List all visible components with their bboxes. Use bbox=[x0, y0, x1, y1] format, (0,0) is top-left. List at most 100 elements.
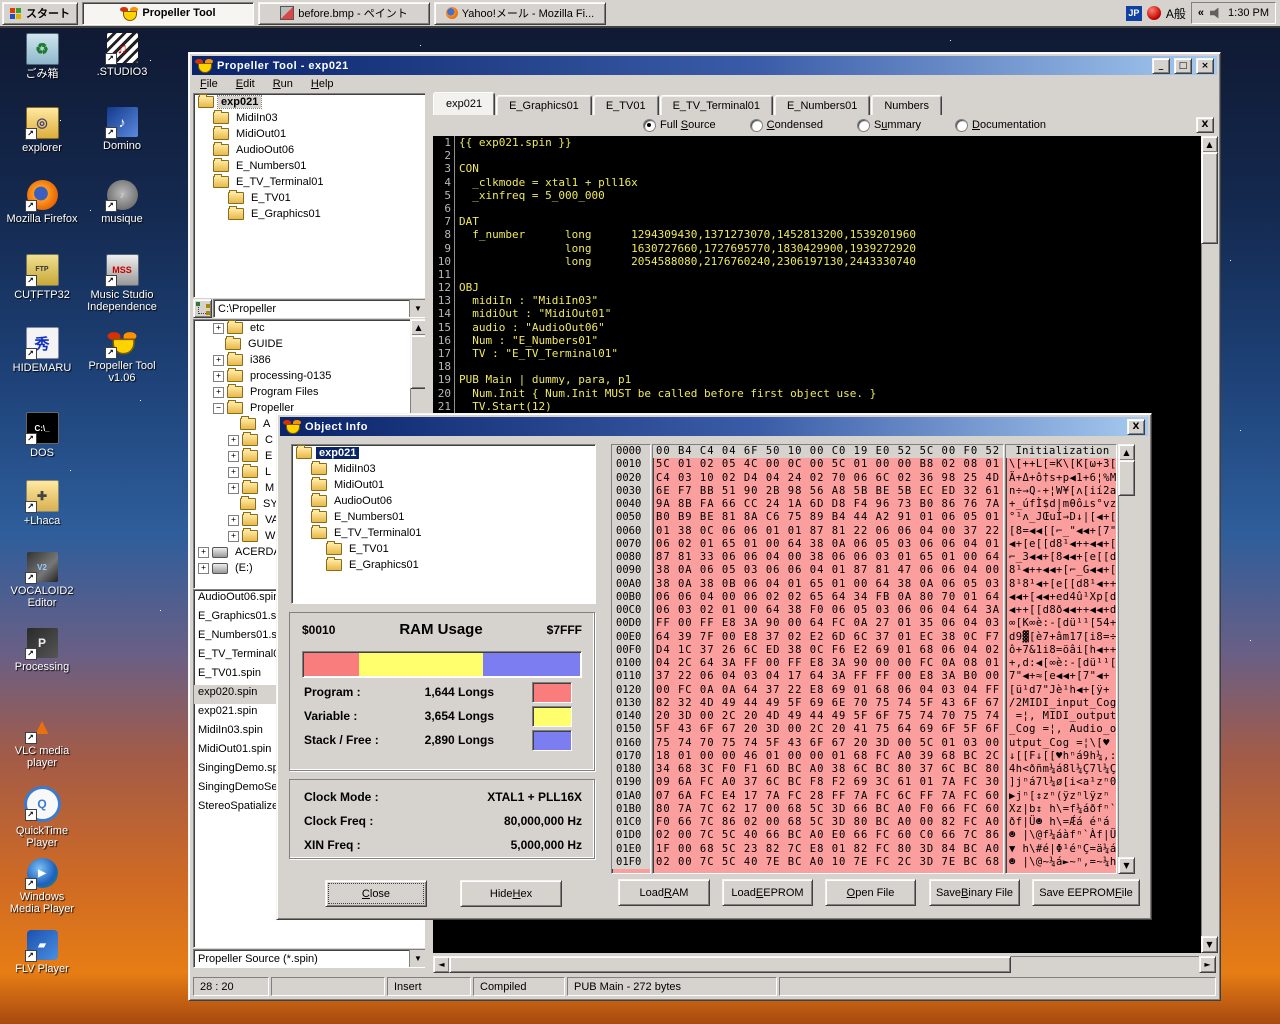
hex-row-bytes[interactable]: 82 32 4D 49 44 49 5F 69 6E 70 75 74 5F 4… bbox=[653, 697, 1003, 710]
tray-chevron[interactable]: « bbox=[1198, 7, 1204, 19]
hex-row-ascii[interactable]: ↓[[F↓[[♥hⁿá9h¼,: bbox=[1006, 750, 1116, 763]
menu-run[interactable]: Run bbox=[265, 76, 301, 92]
hex-row-ascii[interactable]: ▶jⁿ[↕zⁿ(ÿzⁿlÿzⁿ bbox=[1006, 790, 1116, 803]
hex-row-ascii[interactable]: 8¹8¹◀+[e[[d8¹◀++ bbox=[1006, 578, 1116, 591]
expand-toggle-icon[interactable]: + bbox=[228, 531, 239, 542]
view-mode-full-source[interactable]: Full Source bbox=[643, 119, 716, 132]
hex-row-ascii[interactable]: ☻ |\@~¼á►~ⁿ,=~¼h bbox=[1006, 856, 1116, 869]
hex-row-ascii[interactable]: \[++L[=K\[K[ω+3[ bbox=[1006, 458, 1116, 471]
hex-row-bytes[interactable]: 02 00 7C 5C 40 7E BC A0 10 7E FC 2C 3D 7… bbox=[653, 856, 1003, 869]
hex-row-ascii[interactable]: ◀+[e[[d8¹◀++◀◀+[ bbox=[1006, 538, 1116, 551]
tree-item[interactable]: GUIDE bbox=[194, 336, 411, 352]
hex-row-bytes[interactable]: 5F 43 6F 67 20 3D 00 2C 20 41 75 64 69 6… bbox=[653, 723, 1003, 736]
hex-row-ascii[interactable]: 8¹◀++◀◀+[⌐_G◀◀+[ bbox=[1006, 564, 1116, 577]
close-button[interactable]: Close bbox=[325, 880, 427, 907]
expand-toggle-icon[interactable]: − bbox=[213, 403, 224, 414]
hex-row-bytes[interactable]: 07 6A FC E4 17 7A FC 28 FF 7A FC 6C FF 7… bbox=[653, 790, 1003, 803]
desktop-icon-lhaca[interactable]: ✚↗+Lhaca bbox=[4, 480, 80, 527]
desktop-icon-flv-player[interactable]: ▰↗FLV Player bbox=[4, 930, 80, 975]
scroll-down-icon[interactable]: ▼ bbox=[1201, 936, 1218, 953]
hex-bytes-column[interactable]: 00 B4 C4 04 6F 50 10 00 C0 19 E0 52 5C 0… bbox=[652, 444, 1004, 874]
load-ram-button[interactable]: Load RAM bbox=[618, 879, 710, 906]
hex-row-bytes[interactable]: C4 03 10 02 D4 04 24 02 70 06 6C 02 36 9… bbox=[653, 472, 1003, 485]
expand-toggle-icon[interactable]: + bbox=[228, 435, 239, 446]
view-mode-summary[interactable]: Summary bbox=[857, 119, 921, 132]
minimize-button[interactable]: _ bbox=[1152, 58, 1170, 74]
desktop-icon-vlc-media-player[interactable]: ▲↗VLC media player bbox=[4, 712, 80, 769]
hex-row-ascii[interactable]: ▼ h\#é|Φ¹éⁿÇ=ä¼á bbox=[1006, 843, 1116, 856]
tree-item[interactable]: +i386 bbox=[194, 352, 411, 368]
hex-row-bytes[interactable]: 06 06 04 00 06 02 02 65 64 34 FB 0A 80 7… bbox=[653, 591, 1003, 604]
ime-mode-indicator[interactable]: A般 bbox=[1166, 5, 1186, 22]
hex-row-ascii[interactable]: 7"◀+≈[e◀◀+[7"◀+ bbox=[1006, 670, 1116, 683]
view-mode-documentation[interactable]: Documentation bbox=[955, 119, 1046, 132]
hex-row-bytes[interactable]: 00 FC 0A 0A 64 37 22 E8 69 01 68 06 04 0… bbox=[653, 684, 1003, 697]
tree-item[interactable]: E_TV_Terminal01 bbox=[194, 174, 426, 190]
scroll-thumb[interactable] bbox=[449, 956, 1011, 973]
menu-edit[interactable]: Edit bbox=[228, 76, 263, 92]
hex-row-bytes[interactable]: FF 00 FF E8 3A 90 00 64 FC 0A 27 01 35 0… bbox=[653, 617, 1003, 630]
hex-row-bytes[interactable]: 1F 00 68 5C 23 82 7C E8 01 82 FC 80 3D 8… bbox=[653, 843, 1003, 856]
hex-ascii-column[interactable]: Initialization\[++L[=K\[K[ω+3[Ä+Δ+ô†s+p◀… bbox=[1005, 444, 1117, 874]
scroll-thumb[interactable] bbox=[1201, 152, 1218, 244]
expand-toggle-icon[interactable]: + bbox=[228, 515, 239, 526]
tree-item[interactable]: +processing-0135 bbox=[194, 368, 411, 384]
ime-pen-icon[interactable] bbox=[1147, 6, 1161, 20]
tree-item[interactable]: E_Numbers01 bbox=[292, 509, 595, 525]
hex-row-ascii[interactable]: +_úfÌ$d|mθô⊥s°vz bbox=[1006, 498, 1116, 511]
hex-row-bytes[interactable]: 9A 8B FA 66 CC 24 1A 6D D8 F4 96 73 B0 8… bbox=[653, 498, 1003, 511]
desktop-icon-quicktime-player[interactable]: Q↗QuickTime Player bbox=[4, 786, 80, 849]
hex-row-bytes[interactable]: 09 6A FC A0 37 6C BC F8 F2 69 3C 61 01 7… bbox=[653, 776, 1003, 789]
tree-item[interactable]: exp021 bbox=[292, 445, 595, 461]
scroll-up-icon[interactable]: ▲ bbox=[1118, 444, 1135, 461]
hex-row-ascii[interactable]: ∞[K∞è:-[dü¹¹[54+ bbox=[1006, 617, 1116, 630]
desktop-icon-mozilla-firefox[interactable]: ↗Mozilla Firefox bbox=[4, 180, 80, 225]
hex-row-ascii[interactable]: +,d:◀[∞è:-[dü¹¹[ bbox=[1006, 657, 1116, 670]
close-button[interactable]: × bbox=[1196, 58, 1214, 74]
menu-file[interactable]: File bbox=[192, 76, 226, 92]
tree-item[interactable]: AudioOut06 bbox=[194, 142, 426, 158]
hex-row-bytes[interactable]: 06 02 01 65 01 00 64 38 0A 06 05 03 06 0… bbox=[653, 538, 1003, 551]
menu-help[interactable]: Help bbox=[303, 76, 342, 92]
desktop-icon-musique[interactable]: ♪↗musique bbox=[84, 180, 160, 225]
expand-toggle-icon[interactable]: + bbox=[198, 547, 209, 558]
save-binary-file-button[interactable]: Save Binary File bbox=[929, 879, 1020, 906]
hex-row-bytes[interactable]: 75 74 70 75 74 5F 43 6F 67 20 3D 00 5C 0… bbox=[653, 737, 1003, 750]
tree-item[interactable]: exp021 bbox=[194, 94, 426, 110]
hex-row-bytes[interactable]: F0 66 7C 86 02 00 68 5C 3D 80 BC A0 00 8… bbox=[653, 816, 1003, 829]
tree-view-toggle-button[interactable] bbox=[193, 299, 212, 318]
code-horizontal-scrollbar[interactable]: ◄ ► bbox=[433, 956, 1216, 972]
desktop-icon-domino[interactable]: ♪↗Domino bbox=[84, 107, 160, 152]
taskbar-task-1[interactable]: before.bmp - ペイント bbox=[258, 2, 430, 25]
desktop-icon-cutftp32[interactable]: FTP↗CUTFTP32 bbox=[4, 254, 80, 301]
hex-row-ascii[interactable]: d9▓[è7+âm17[i8=÷ bbox=[1006, 631, 1116, 644]
hex-row-ascii[interactable]: ☻ |\@f¼áàfⁿ`Àf|Ü bbox=[1006, 829, 1116, 842]
expand-toggle-icon[interactable]: + bbox=[213, 323, 224, 334]
hex-row-bytes[interactable]: D4 1C 37 26 6C ED 38 0C F6 E2 69 01 68 0… bbox=[653, 644, 1003, 657]
tree-item[interactable]: E_TV01 bbox=[194, 190, 426, 206]
hex-row-ascii[interactable]: ô+7&1i8=öâi[h◀++ bbox=[1006, 644, 1116, 657]
tree-item[interactable]: E_Graphics01 bbox=[292, 557, 595, 573]
hex-row-ascii[interactable]: Xz|b↕ h\=f¼áðfⁿ` bbox=[1006, 803, 1116, 816]
view-mode-condensed[interactable]: Condensed bbox=[750, 119, 823, 132]
hex-row-bytes[interactable]: 64 39 7F 00 E8 37 02 E2 6D 6C 37 01 EC 3… bbox=[653, 631, 1003, 644]
expand-toggle-icon[interactable]: + bbox=[213, 371, 224, 382]
tree-item[interactable]: MidiOut01 bbox=[194, 126, 426, 142]
expand-toggle-icon[interactable]: + bbox=[213, 355, 224, 366]
desktop-icon-dos[interactable]: C:\_↗DOS bbox=[4, 412, 80, 459]
hex-row-ascii[interactable]: Ä+Δ+ô†s+p◀1+6¦%M bbox=[1006, 472, 1116, 485]
tab-Numbers[interactable]: Numbers bbox=[871, 95, 942, 115]
hex-row-ascii[interactable]: ðf|Ü☻ h\=Ǽá éⁿá bbox=[1006, 816, 1116, 829]
hex-row-bytes[interactable]: 37 22 06 04 03 04 17 64 3A FF FF 00 E8 3… bbox=[653, 670, 1003, 683]
hex-row-bytes[interactable]: 01 38 0C 06 06 01 01 87 81 22 06 06 04 0… bbox=[653, 525, 1003, 538]
hex-row-ascii[interactable]: ]jⁿá7l¼ø[i<a¹zⁿ0 bbox=[1006, 776, 1116, 789]
hex-row-bytes[interactable]: 87 81 33 06 06 04 00 38 06 06 03 01 65 0… bbox=[653, 551, 1003, 564]
hex-row-ascii[interactable]: ◀++[[d8ð◀◀++◀◀+d bbox=[1006, 604, 1116, 617]
hex-scrollbar[interactable]: ▲ ▼ bbox=[1118, 444, 1133, 874]
hex-row-bytes[interactable]: 04 2C 64 3A FF 00 FF E8 3A 90 00 00 FC 0… bbox=[653, 657, 1003, 670]
tab-E_TV_Terminal01[interactable]: E_TV_Terminal01 bbox=[660, 95, 773, 115]
file-filter-combo[interactable]: Propeller Source (*.spin) ▼ bbox=[193, 949, 427, 968]
hex-row-bytes[interactable]: 00 B4 C4 04 6F 50 10 00 C0 19 E0 52 5C 0… bbox=[653, 445, 1003, 458]
tree-item[interactable]: +Program Files bbox=[194, 384, 411, 400]
tab-exp021[interactable]: exp021 bbox=[433, 92, 495, 115]
